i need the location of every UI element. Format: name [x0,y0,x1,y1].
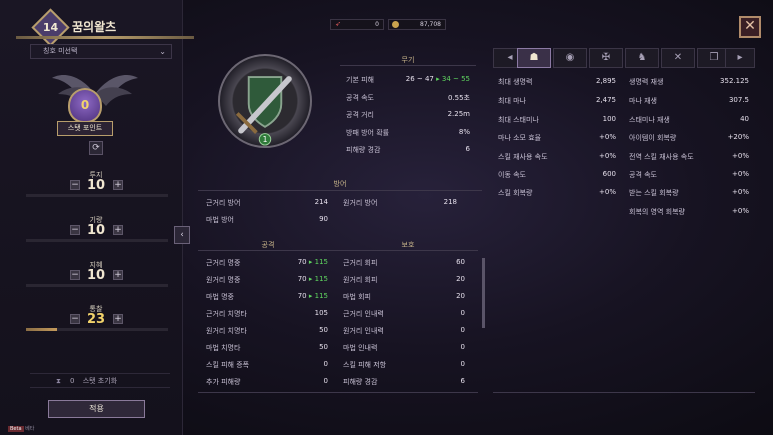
beta-label: Beta 베타 [8,426,35,432]
shield-sword-icon: 1 [235,76,292,146]
character-name: 꿈의왈츠 [72,20,117,34]
plus-button[interactable]: + [113,225,123,235]
minus-button[interactable]: − [70,180,80,190]
tab-eye-icon[interactable]: ◉ [553,48,587,68]
divider [493,392,755,393]
reset-label: 스탯 초기화 [82,377,118,385]
chevron-down-icon: ⌄ [159,47,166,56]
stat-value: 23 [86,312,106,327]
scrollbar[interactable] [482,258,485,328]
stat-bar [26,194,168,197]
stat-bar [26,284,168,287]
minus-button[interactable]: − [70,314,80,324]
stat-insight: 통찰 − 23 + [24,304,168,340]
coin-icon [392,21,399,28]
stat-tabs: ◂ ☗ ◉ ✠ ♞ ✕ ❒ ▸ [493,48,755,68]
hourglass-icon: ⧗ [56,377,61,385]
plus-button[interactable]: + [113,180,123,190]
stat-points-label: 스탯 포인트 [57,121,113,136]
stat-dexterity: 기량 − 10 + [24,215,168,251]
plus-button[interactable]: + [113,314,123,324]
tab-swords-icon[interactable]: ✕ [661,48,695,68]
divider [338,250,478,251]
stat-value: 10 [86,223,106,238]
stat-points-badge: 0 [68,88,102,123]
chevron-left-icon[interactable]: ‹ [174,226,190,244]
weapon-heading: 무기 [401,56,415,64]
currency-b-value: 87,708 [420,21,441,28]
divider [340,65,476,66]
stat-reset[interactable]: ⧗ 0 스탯 초기화 [30,373,170,388]
tab-demon-icon[interactable]: ♞ [625,48,659,68]
title-select[interactable]: 칭호 미선택 ⌄ [30,44,172,59]
minus-button[interactable]: − [70,225,80,235]
tab-dragon-icon[interactable]: ✠ [589,48,623,68]
svg-text:1: 1 [263,135,268,144]
reset-count: 0 [70,377,75,385]
defense-heading: 방어 [333,180,347,188]
apply-button[interactable]: 적용 [48,400,145,418]
stat-value: 10 [86,268,106,283]
divider [198,250,338,251]
refresh-icon[interactable]: ⟳ [89,141,103,155]
divider [198,190,482,191]
divider [338,392,478,393]
arrow-currency-icon: ➶ [335,20,341,28]
currency-a: ➶ 0 [330,19,384,30]
currency-a-value: 0 [375,21,379,28]
plus-button[interactable]: + [113,270,123,280]
title-divider [16,36,194,39]
stat-bar [26,328,168,331]
minus-button[interactable]: − [70,270,80,280]
close-icon[interactable]: ✕ [739,16,761,38]
title-select-value: 칭호 미선택 [43,47,78,55]
divider [198,392,338,393]
attack-heading: 공격 [261,241,275,249]
protect-heading: 보호 [401,241,415,249]
currency-b: 87,708 [388,19,446,30]
stat-wisdom: 지혜 − 10 + [24,260,168,296]
stat-strength: 투지 − 10 + [24,170,168,206]
stat-bar [26,239,168,242]
stat-value: 10 [86,178,106,193]
tab-character-icon[interactable]: ☗ [517,48,551,68]
weapon-icon: 1 [218,54,312,148]
character-panel: 14 꿈의왈츠 칭호 미선택 ⌄ 0 스탯 포인트 ⟳ 투지 − 10 + 기량 … [0,0,194,435]
tab-next-icon[interactable]: ▸ [725,48,755,68]
level-badge: 14 [31,8,70,47]
